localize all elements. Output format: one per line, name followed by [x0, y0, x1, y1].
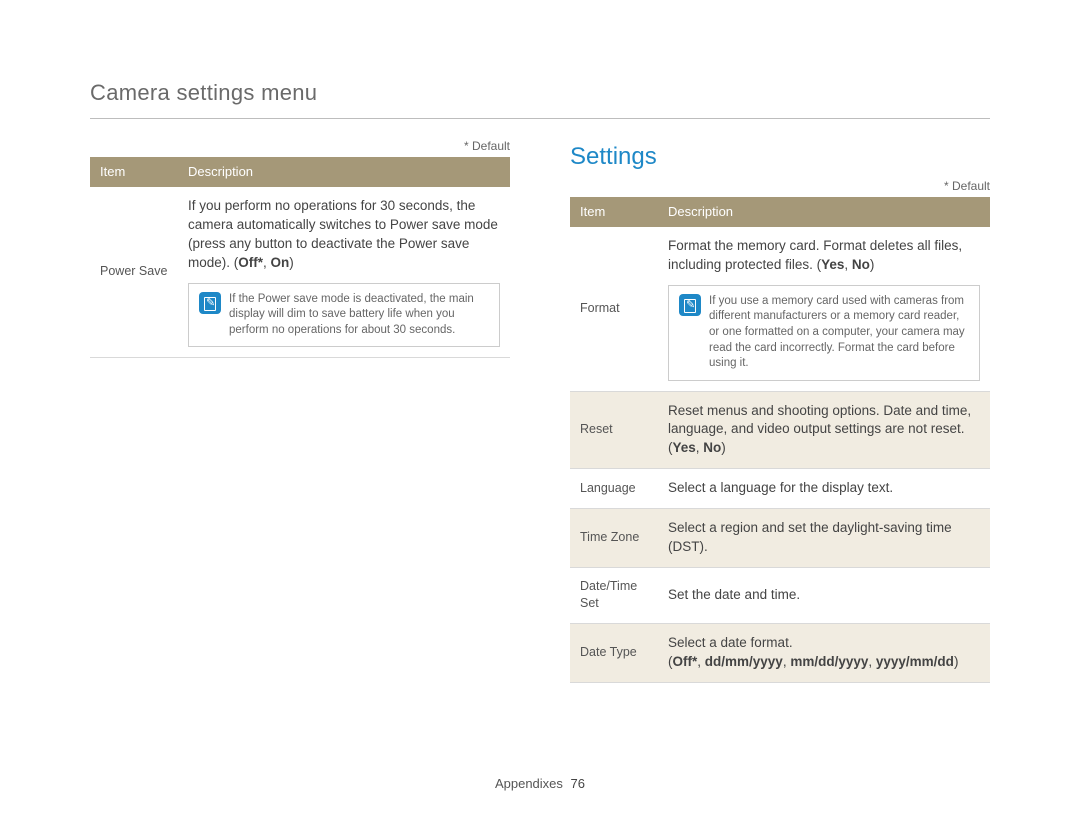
left-column: * Default Item Description Power Save If…: [90, 139, 510, 683]
desc-opts: Yes, No: [673, 440, 722, 455]
columns: * Default Item Description Power Save If…: [90, 139, 990, 683]
row-description: Reset menus and shooting options. Date a…: [658, 391, 990, 469]
page-footer: Appendixes 76: [0, 776, 1080, 791]
table-row: Reset Reset menus and shooting options. …: [570, 391, 990, 469]
row-item: Time Zone: [570, 509, 658, 568]
table-row: Format Format the memory card. Format de…: [570, 227, 990, 391]
th-description: Description: [178, 157, 510, 187]
note-box: If you use a memory card used with camer…: [668, 285, 980, 381]
page-title: Camera settings menu: [90, 80, 990, 119]
note-text: If you use a memory card used with camer…: [709, 294, 969, 372]
left-table: Item Description Power Save If you perfo…: [90, 157, 510, 358]
note-icon: [679, 294, 701, 316]
table-row: Language Select a language for the displ…: [570, 469, 990, 509]
row-item: Date/Time Set: [570, 567, 658, 623]
right-column: Settings * Default Item Description Form…: [570, 139, 990, 683]
table-row: Date/Time Set Set the date and time.: [570, 567, 990, 623]
row-item: Power Save: [90, 187, 178, 358]
note-icon: [199, 292, 221, 314]
desc-pre: Format the memory card. Format deletes a…: [668, 238, 962, 272]
default-note-right: * Default: [570, 179, 990, 193]
right-table: Item Description Format Format the memor…: [570, 197, 990, 683]
row-item: Date Type: [570, 623, 658, 682]
desc-post: ): [870, 257, 875, 272]
desc-post: ): [954, 654, 959, 669]
settings-heading: Settings: [570, 139, 990, 171]
row-item: Language: [570, 469, 658, 509]
note-box: If the Power save mode is deactivated, t…: [188, 283, 500, 348]
desc-pre: If you perform no operations for 30 seco…: [188, 198, 498, 270]
desc-opts: Off*, On: [238, 255, 289, 270]
row-description: Select a language for the display text.: [658, 469, 990, 509]
table-row: Time Zone Select a region and set the da…: [570, 509, 990, 568]
table-row: Power Save If you perform no operations …: [90, 187, 510, 358]
th-description: Description: [658, 197, 990, 227]
row-description: Format the memory card. Format deletes a…: [658, 227, 990, 391]
table-row: Date Type Select a date format.(Off*, dd…: [570, 623, 990, 682]
footer-label: Appendixes: [495, 776, 563, 791]
row-description: Set the date and time.: [658, 567, 990, 623]
note-text: If the Power save mode is deactivated, t…: [229, 292, 489, 339]
desc-opts: Yes, No: [821, 257, 870, 272]
desc-post: ): [721, 440, 726, 455]
th-item: Item: [90, 157, 178, 187]
row-description: If you perform no operations for 30 seco…: [178, 187, 510, 358]
row-item: Format: [570, 227, 658, 391]
desc-post: ): [289, 255, 294, 270]
desc-opts: Off*, dd/mm/yyyy, mm/dd/yyyy, yyyy/mm/dd: [673, 654, 954, 669]
row-description: Select a region and set the daylight-sav…: [658, 509, 990, 568]
row-description: Select a date format.(Off*, dd/mm/yyyy, …: [658, 623, 990, 682]
default-note-left: * Default: [90, 139, 510, 153]
footer-page-number: 76: [571, 776, 585, 791]
page-content: Camera settings menu * Default Item Desc…: [90, 80, 990, 683]
row-item: Reset: [570, 391, 658, 469]
th-item: Item: [570, 197, 658, 227]
